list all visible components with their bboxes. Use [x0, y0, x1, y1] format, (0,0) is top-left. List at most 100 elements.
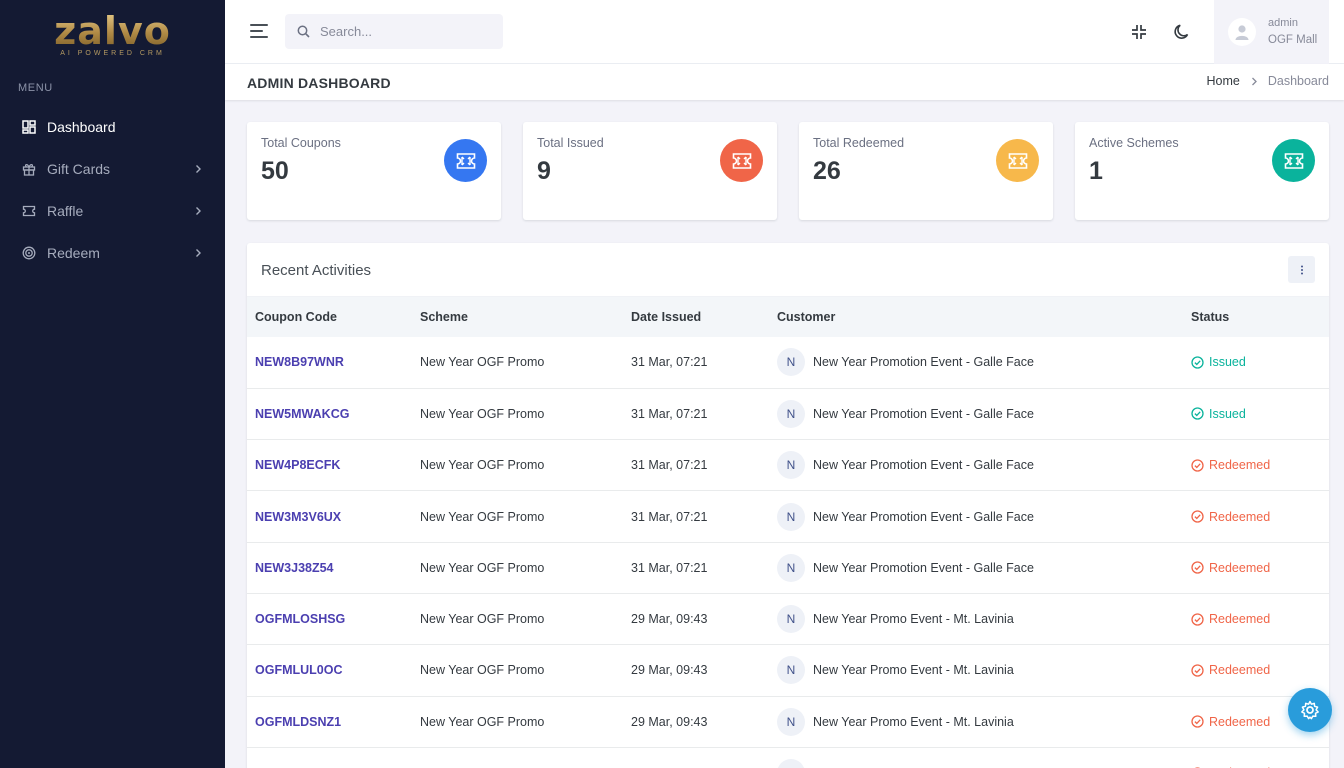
sidebar-item-gift-cards[interactable]: Gift Cards: [0, 148, 225, 190]
sidebar-item-label: Raffle: [47, 203, 84, 219]
customer-cell: N New Year Promo Event - Mt. Lavinia: [769, 593, 1183, 644]
column-header[interactable]: Status: [1183, 297, 1329, 337]
customer-avatar: N: [777, 707, 805, 736]
status-cell: Issued: [1183, 337, 1329, 388]
brand-logo[interactable]: zalvo AI POWERED CRM: [0, 0, 225, 64]
search-input[interactable]: [320, 24, 490, 39]
dark-mode-icon[interactable]: [1171, 21, 1193, 43]
stat-value: 1: [1089, 157, 1103, 185]
customer-cell: N New Year Promotion Event - Galle Face: [769, 440, 1183, 491]
gift-icon: [22, 162, 36, 176]
coupon-code-link[interactable]: NEW8B97WNR: [247, 337, 412, 388]
coupon-code-link[interactable]: OGFMLOSHSG: [247, 593, 412, 644]
stat-card-active-schemes: Active Schemes 1: [1075, 122, 1329, 220]
customer-avatar: N: [777, 399, 805, 428]
coupon-code-link[interactable]: NEW5MWAKCG: [247, 388, 412, 439]
scheme-cell: New Year OGF Promo: [420, 663, 545, 678]
check-circle-icon: [1191, 715, 1204, 728]
status-label: Redeemed: [1209, 612, 1271, 627]
column-header[interactable]: Customer: [769, 297, 1183, 337]
status-badge: Redeemed: [1191, 510, 1329, 524]
table-header-row: Coupon Code Scheme Date Issued Customer …: [247, 297, 1329, 337]
status-cell: Redeemed: [1183, 440, 1329, 491]
user-menu[interactable]: admin OGF Mall: [1214, 0, 1329, 64]
status-label: Redeemed: [1209, 663, 1271, 678]
table-row[interactable]: NEW3M3V6UX New Year OGF Promo 31 Mar, 07:2…: [247, 491, 1329, 543]
scheme-cell: New Year OGF Promo: [420, 509, 545, 524]
customer-cell: [769, 747, 1183, 768]
coupon-code-link[interactable]: NEW3J38Z54: [247, 542, 412, 593]
table-row[interactable]: OGFMLDSNZ1 New Year OGF Promo 29 Mar, 09:4…: [247, 696, 1329, 748]
user-icon: [1235, 25, 1249, 40]
customer-name: New Year Promo Event - Mt. Lavinia: [813, 663, 1014, 678]
breadcrumb: Home Dashboard: [1207, 74, 1330, 88]
check-circle-icon: [1191, 612, 1204, 626]
customer-avatar: N: [777, 502, 805, 531]
coupon-code-link[interactable]: NEW3M3V6UX: [247, 491, 412, 542]
check-circle-icon: [1191, 510, 1204, 523]
search-box: [285, 14, 503, 49]
check-circle-icon: [1191, 664, 1204, 677]
breadcrumb-home[interactable]: Home: [1207, 74, 1240, 88]
customer-avatar: N: [777, 656, 805, 685]
stat-label: Total Coupons: [261, 136, 341, 150]
column-header[interactable]: Date Issued: [623, 297, 769, 337]
table-row[interactable]: NEW4P8ECFK New Year OGF Promo 31 Mar, 07:2…: [247, 440, 1329, 491]
status-cell: Redeemed: [1183, 542, 1329, 593]
sidebar-item-redeem[interactable]: Redeem: [0, 232, 225, 274]
coupon-code-link[interactable]: [247, 747, 412, 768]
coupon-icon: [720, 139, 763, 182]
table-row[interactable]: OGFMLUL0OC New Year OGF Promo 29 Mar, 09:4…: [247, 645, 1329, 697]
customer-cell: N New Year Promotion Event - Galle Face: [769, 542, 1183, 593]
customer-avatar: N: [777, 451, 805, 480]
coupon-icon: [996, 139, 1039, 182]
customer-name: New Year Promotion Event - Galle Face: [813, 560, 1034, 575]
check-circle-icon: [1191, 459, 1204, 472]
ticket-icon: [22, 204, 36, 218]
search-icon: [297, 25, 310, 38]
coupon-code-link[interactable]: OGFMLUL0OC: [247, 645, 412, 696]
sidebar-item-dashboard[interactable]: Dashboard: [0, 106, 225, 148]
check-circle-icon: [1191, 561, 1204, 574]
hamburger-menu-icon[interactable]: [250, 24, 268, 38]
coupon-icon: [1272, 139, 1315, 182]
chevron-right-icon: [1250, 77, 1258, 86]
more-options-icon[interactable]: [1288, 256, 1315, 283]
scheme-cell: New Year OGF Promo: [420, 458, 545, 473]
fullscreen-exit-icon[interactable]: [1128, 21, 1150, 43]
table-row[interactable]: NEW5MWAKCG New Year OGF Promo 31 Mar, 07:2…: [247, 388, 1329, 440]
sidebar-item-raffle[interactable]: Raffle: [0, 190, 225, 232]
scheme-cell: [412, 747, 623, 768]
target-icon: [22, 246, 36, 260]
date-cell: 31 Mar, 07:21: [631, 509, 708, 524]
status-cell: Redeemed: [1183, 491, 1329, 542]
column-header[interactable]: Scheme: [412, 297, 623, 337]
date-cell: [623, 747, 769, 768]
date-cell: 31 Mar, 07:21: [631, 355, 708, 370]
date-cell: 29 Mar, 09:43: [631, 663, 708, 678]
date-cell: 29 Mar, 09:43: [631, 714, 708, 729]
settings-button[interactable]: [1288, 688, 1332, 732]
date-cell: 31 Mar, 07:21: [631, 458, 708, 473]
table-row[interactable]: NEW8B97WNR New Year OGF Promo 31 Mar, 07:2…: [247, 337, 1329, 389]
coupon-code-link[interactable]: NEW4P8ECFK: [247, 440, 412, 491]
table-row[interactable]: Redeemed: [247, 747, 1329, 768]
check-circle-icon: [1191, 356, 1204, 369]
status-badge: Redeemed: [1191, 663, 1329, 677]
chevron-right-icon: [196, 249, 201, 257]
sidebar-item-label: Redeem: [47, 245, 100, 261]
column-header[interactable]: Coupon Code: [247, 297, 412, 337]
coupon-code-link[interactable]: OGFMLDSNZ1: [247, 696, 412, 747]
stat-card-total-coupons: Total Coupons 50: [247, 122, 501, 220]
scheme-cell: New Year OGF Promo: [420, 406, 545, 421]
date-cell: 31 Mar, 07:21: [631, 406, 708, 421]
table-row[interactable]: NEW3J38Z54 New Year OGF Promo 31 Mar, 07:2…: [247, 542, 1329, 594]
status-label: Redeemed: [1209, 509, 1271, 524]
table-row[interactable]: OGFMLOSHSG New Year OGF Promo 29 Mar, 09:4…: [247, 593, 1329, 645]
scheme-cell: New Year OGF Promo: [420, 355, 545, 370]
avatar: [1228, 18, 1256, 46]
stat-value: 50: [261, 157, 289, 185]
stat-label: Total Redeemed: [813, 136, 905, 150]
activities-table: Coupon Code Scheme Date Issued Customer …: [247, 297, 1329, 768]
status-label: Issued: [1209, 406, 1246, 421]
